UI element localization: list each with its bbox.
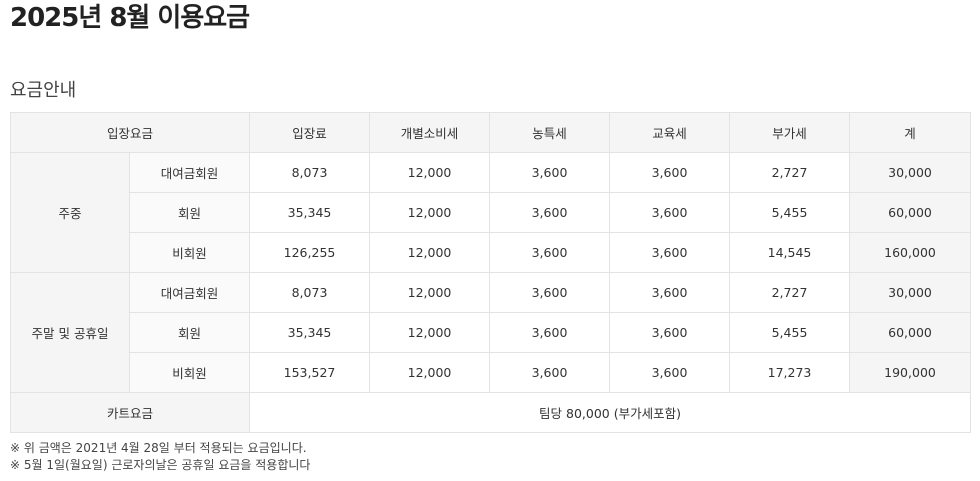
table-row: 주말 및 공휴일 대여금회원 8,073 12,000 3,600 3,600 … xyxy=(10,272,972,393)
cell-vat: 5,455 xyxy=(729,312,851,353)
table-row: 주중 대여금회원 8,073 12,000 3,600 3,600 2,727 … xyxy=(10,152,972,273)
cell-total: 190,000 xyxy=(849,352,972,393)
cell-total: 160,000 xyxy=(849,232,972,273)
row-category: 비회원 xyxy=(128,352,251,393)
cell-education-tax: 3,600 xyxy=(609,152,731,193)
header-admission-fee: 입장요금 xyxy=(9,112,251,153)
cell-total: 60,000 xyxy=(849,312,972,353)
group-label-weekend-holiday: 주말 및 공휴일 xyxy=(10,272,130,393)
cell-vat: 5,455 xyxy=(729,192,851,233)
section-title: 요금안내 xyxy=(10,80,77,101)
header-rural-tax: 농특세 xyxy=(489,112,611,153)
table-header-row: 입장요금 입장료 개별소비세 농특세 교육세 부가세 계 xyxy=(9,112,972,153)
table-row: 비회원 126,255 12,000 3,600 3,600 14,545 16… xyxy=(11,232,972,273)
cell-entrance-fee: 8,073 xyxy=(249,272,371,313)
cell-rural-tax: 3,600 xyxy=(489,192,611,233)
cell-vat: 2,727 xyxy=(729,272,851,313)
header-excise-tax: 개별소비세 xyxy=(369,112,491,153)
header-entrance-fee: 입장료 xyxy=(249,112,371,153)
cell-vat: 17,273 xyxy=(729,352,851,393)
header-total: 계 xyxy=(849,112,972,153)
header-vat: 부가세 xyxy=(729,112,851,153)
note-item: ※ 위 금액은 2021년 4월 28일 부터 적용되는 요금입니다. xyxy=(10,441,307,455)
cell-education-tax: 3,600 xyxy=(609,352,731,393)
row-category: 회원 xyxy=(128,192,251,233)
table-row: 비회원 153,527 12,000 3,600 3,600 17,273 19… xyxy=(11,352,972,393)
cell-excise-tax: 12,000 xyxy=(369,272,491,313)
row-category: 비회원 xyxy=(128,232,251,273)
row-category: 회원 xyxy=(128,312,251,353)
cart-fee-label: 카트요금 xyxy=(9,392,251,433)
cell-excise-tax: 12,000 xyxy=(369,352,491,393)
header-education-tax: 교육세 xyxy=(609,112,731,153)
cell-entrance-fee: 153,527 xyxy=(249,352,371,393)
cell-education-tax: 3,600 xyxy=(609,232,731,273)
row-category: 대여금회원 xyxy=(128,152,251,193)
cell-excise-tax: 12,000 xyxy=(369,232,491,273)
cell-rural-tax: 3,600 xyxy=(489,352,611,393)
cell-excise-tax: 12,000 xyxy=(369,192,491,233)
cell-rural-tax: 3,600 xyxy=(489,232,611,273)
cell-entrance-fee: 126,255 xyxy=(249,232,371,273)
notes: ※ 위 금액은 2021년 4월 28일 부터 적용되는 요금입니다. ※ 5월… xyxy=(10,440,310,474)
row-category: 대여금회원 xyxy=(128,272,251,313)
cell-vat: 14,545 xyxy=(729,232,851,273)
cell-excise-tax: 12,000 xyxy=(369,312,491,353)
cell-rural-tax: 3,600 xyxy=(489,272,611,313)
cell-education-tax: 3,600 xyxy=(609,192,731,233)
cell-total: 60,000 xyxy=(849,192,972,233)
page-title: 2025년 8월 이용요금 xyxy=(10,3,250,33)
cell-education-tax: 3,600 xyxy=(609,272,731,313)
cell-entrance-fee: 35,345 xyxy=(249,192,371,233)
cell-entrance-fee: 8,073 xyxy=(249,152,371,193)
cell-rural-tax: 3,600 xyxy=(489,312,611,353)
cell-education-tax: 3,600 xyxy=(609,312,731,353)
cell-total: 30,000 xyxy=(849,272,972,313)
cell-excise-tax: 12,000 xyxy=(369,152,491,193)
group-label-weekday: 주중 xyxy=(10,152,130,273)
cell-entrance-fee: 35,345 xyxy=(249,312,371,353)
table-row-cart: 카트요금 팀당 80,000 (부가세포함) xyxy=(9,392,972,433)
table-row: 회원 35,345 12,000 3,600 3,600 5,455 60,00… xyxy=(11,312,972,353)
note-item: ※ 5월 1일(월요일) 근로자의날은 공휴일 요금을 적용합니다 xyxy=(10,458,311,472)
cell-total: 30,000 xyxy=(849,152,972,193)
cell-vat: 2,727 xyxy=(729,152,851,193)
table-row: 회원 35,345 12,000 3,600 3,600 5,455 60,00… xyxy=(11,192,972,233)
cart-fee-value: 팀당 80,000 (부가세포함) xyxy=(249,392,972,433)
cell-rural-tax: 3,600 xyxy=(489,152,611,193)
fee-table: 입장요금 입장료 개별소비세 농특세 교육세 부가세 계 주중 대여금회원 8,… xyxy=(9,112,972,433)
